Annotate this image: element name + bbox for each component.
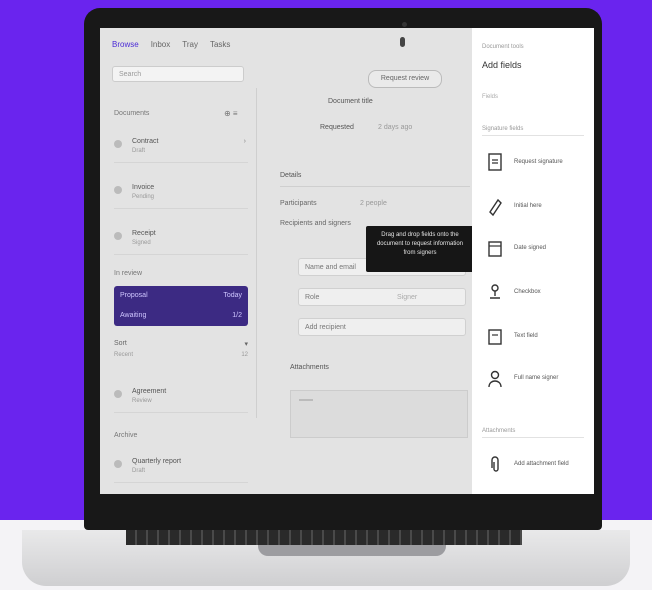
selected-list-item[interactable]: Proposal Today Awaiting 1/2 xyxy=(114,286,248,326)
list-tools-icon[interactable]: ⊕ ≡ xyxy=(224,109,238,118)
tool-initial[interactable]: Initial here xyxy=(482,192,586,222)
panel-caption: Document tools xyxy=(482,44,524,50)
list-item-title: Quarterly report xyxy=(132,458,182,465)
document-preview[interactable] xyxy=(290,390,468,438)
drag-tooltip: Drag and drop fields onto the document t… xyxy=(366,226,474,272)
list-item[interactable]: Contract Draft › xyxy=(114,128,248,163)
preview-line xyxy=(299,399,313,401)
menu-browse[interactable]: Browse xyxy=(112,40,139,49)
avatar xyxy=(114,140,122,148)
list-item-sub: Signed xyxy=(132,240,151,246)
tool-label: Request signature xyxy=(514,159,563,165)
document-app: Browse Inbox Tray Tasks Search Documents… xyxy=(100,28,474,494)
sort-count: 12 xyxy=(241,352,248,358)
list-item-title: Agreement xyxy=(132,388,167,395)
list-item-title: Receipt xyxy=(132,230,156,237)
tool-label: Initial here xyxy=(514,203,542,209)
participants-value: 2 people xyxy=(360,200,387,207)
panel-title: Add fields xyxy=(482,60,522,70)
tool-request-signature[interactable]: Request signature xyxy=(482,148,586,178)
list-item-title: Contract xyxy=(132,138,159,145)
tool-label: Add attachment field xyxy=(514,461,569,467)
menu-bar: Browse Inbox Tray Tasks xyxy=(112,40,230,49)
menu-tray[interactable]: Tray xyxy=(182,40,198,49)
menu-tasks[interactable]: Tasks xyxy=(210,40,230,49)
panel-sub: Fields xyxy=(482,94,499,100)
participants-row: Participants 2 people xyxy=(280,200,468,207)
selected-status: Awaiting xyxy=(120,312,147,319)
screen: Browse Inbox Tray Tasks Search Documents… xyxy=(100,28,594,494)
list-item-sub: Draft xyxy=(132,468,146,474)
list-item[interactable]: Receipt Signed xyxy=(114,220,248,255)
selected-title: Proposal xyxy=(120,292,148,299)
tool-full-name[interactable]: Full name signer xyxy=(482,364,586,394)
attachments-label: Attachments xyxy=(290,364,329,371)
selected-count: 1/2 xyxy=(232,312,242,319)
requested-label: Requested xyxy=(320,124,354,131)
sort-label: Sort xyxy=(114,340,127,347)
tool-label: Text field xyxy=(514,333,538,339)
tools-panel: Document tools Add fields Fields Signatu… xyxy=(472,28,594,494)
role-label: Role xyxy=(305,294,320,301)
request-review-button[interactable]: Request review xyxy=(368,70,442,88)
menu-inbox[interactable]: Inbox xyxy=(151,40,171,49)
textfield-icon xyxy=(488,329,502,345)
tool-attachment[interactable]: Add attachment field xyxy=(482,450,586,480)
tool-date-signed[interactable]: Date signed xyxy=(482,234,586,264)
initial-icon xyxy=(489,198,502,217)
sort-value: Recent xyxy=(114,352,134,358)
list-item-sub: Pending xyxy=(132,194,155,200)
calendar-icon xyxy=(488,241,502,257)
role-value: Signer xyxy=(397,294,418,301)
participants-label: Participants xyxy=(280,200,317,207)
panel-section-signature: Signature fields xyxy=(482,126,584,136)
list-header: Documents xyxy=(114,110,150,117)
chevron-right-icon: › xyxy=(243,138,246,145)
stamp-icon xyxy=(490,284,500,299)
panel-section-attachments: Attachments xyxy=(482,428,584,438)
group-label: In review xyxy=(114,270,143,277)
details-section: Details xyxy=(280,166,470,187)
avatar xyxy=(114,232,122,240)
tool-label: Date signed xyxy=(514,245,547,251)
tool-checkbox[interactable]: Checkbox xyxy=(482,278,586,308)
avatar xyxy=(114,186,122,194)
avatar xyxy=(114,390,122,398)
microphone-icon[interactable] xyxy=(400,37,405,47)
column-divider xyxy=(256,88,257,418)
group-label: Archive xyxy=(114,432,138,439)
list-item[interactable]: Invoice Pending xyxy=(114,174,248,209)
tool-label: Checkbox xyxy=(514,289,541,295)
camera xyxy=(402,22,407,27)
person-icon xyxy=(488,370,502,388)
chevron-down-icon: ▾ xyxy=(244,341,248,348)
sort-row[interactable]: Sort ▾ xyxy=(114,340,248,348)
list-item-sub: Review xyxy=(132,398,152,404)
requested-value: 2 days ago xyxy=(378,124,413,131)
signature-icon xyxy=(488,153,502,171)
list-item-sub: Draft xyxy=(132,148,146,154)
selected-date: Today xyxy=(223,292,242,299)
sort-sub-row: Recent 12 xyxy=(114,352,248,358)
document-title: Document title xyxy=(328,98,373,105)
add-recipient-input[interactable]: Add recipient xyxy=(298,318,466,336)
attachment-icon xyxy=(491,456,499,472)
list-item[interactable]: Quarterly report Draft xyxy=(114,448,248,483)
avatar xyxy=(114,460,122,468)
recipient-role-input[interactable]: Role Signer xyxy=(298,288,466,306)
search-input[interactable]: Search xyxy=(112,66,244,82)
list-item-title: Invoice xyxy=(132,184,155,191)
list-item[interactable]: Agreement Review xyxy=(114,378,248,413)
tool-text-field[interactable]: Text field xyxy=(482,322,586,352)
tool-label: Full name signer xyxy=(514,375,559,381)
